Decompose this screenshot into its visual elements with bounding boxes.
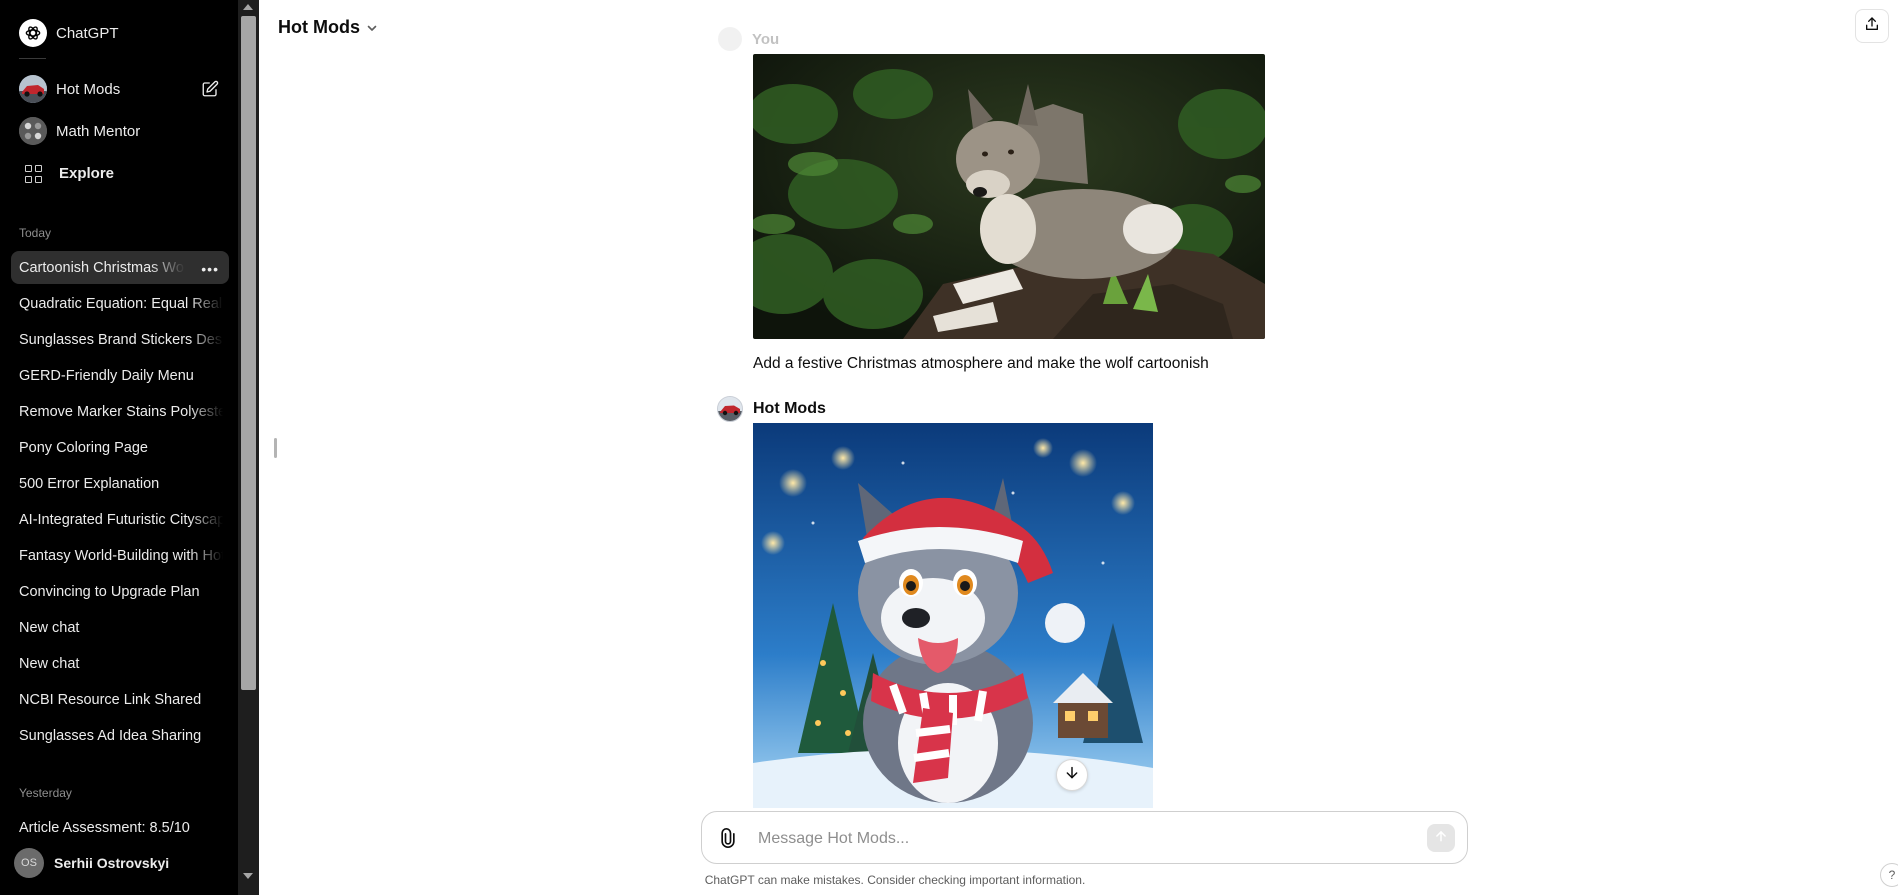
brand-row[interactable]: ChatGPT bbox=[11, 16, 229, 50]
new-chat-edit-icon[interactable] bbox=[201, 80, 219, 103]
chat-item[interactable]: Convincing to Upgrade Plan bbox=[11, 575, 229, 608]
chat-item[interactable]: Article Assessment: 8.5/10 bbox=[11, 811, 229, 844]
chat-item[interactable]: 500 Error Explanation bbox=[11, 467, 229, 500]
hot-mods-avatar bbox=[19, 75, 47, 103]
chat-item[interactable]: GERD-Friendly Daily Menu bbox=[11, 359, 229, 392]
chat-item-label: NCBI Resource Link Shared bbox=[19, 691, 202, 708]
sidebar-gpt-math-mentor[interactable]: Math Mentor bbox=[11, 113, 229, 149]
section-label-yesterday: Yesterday bbox=[19, 786, 72, 800]
hot-mods-avatar bbox=[717, 396, 743, 422]
disclaimer-text: ChatGPT can make mistakes. Consider chec… bbox=[704, 873, 1086, 887]
sidebar-gpt-hot-mods[interactable]: Hot Mods bbox=[11, 71, 229, 107]
sidebar-resize-handle[interactable] bbox=[274, 438, 277, 458]
chatgpt-logo-icon bbox=[19, 19, 47, 47]
assistant-message-header: Hot Mods bbox=[717, 396, 826, 422]
user-message-header: You bbox=[718, 27, 779, 51]
arrow-down-icon bbox=[1064, 765, 1080, 786]
gpt-label: Math Mentor bbox=[56, 122, 141, 140]
user-name: Serhii Ostrovskyi bbox=[54, 855, 170, 871]
model-selector[interactable]: Hot Mods bbox=[278, 16, 378, 39]
chevron-down-icon bbox=[366, 18, 378, 39]
chat-item[interactable]: NCBI Resource Link Shared bbox=[11, 683, 229, 716]
chat-item-label: GERD-Friendly Daily Menu bbox=[19, 367, 194, 384]
message-input[interactable] bbox=[756, 826, 1400, 852]
user-label: You bbox=[752, 30, 780, 48]
avatar: OS bbox=[14, 848, 44, 878]
paperclip-icon[interactable] bbox=[718, 827, 738, 854]
chat-item-label: Sunglasses Ad Idea Sharing bbox=[19, 727, 202, 744]
math-mentor-avatar bbox=[19, 117, 47, 145]
chat-item[interactable]: Pony Coloring Page bbox=[11, 431, 229, 464]
brand-label: ChatGPT bbox=[56, 24, 119, 42]
chat-item[interactable]: Fantasy World-Building with Hot Mods bbox=[11, 539, 229, 572]
chat-item-label: New chat bbox=[19, 619, 80, 636]
chat-item-label: 500 Error Explanation bbox=[19, 475, 160, 492]
scroll-to-bottom-button[interactable] bbox=[1056, 759, 1088, 791]
chat-item-label: New chat bbox=[19, 655, 80, 672]
scrollbar-thumb[interactable] bbox=[241, 16, 256, 690]
grid-icon bbox=[25, 165, 42, 183]
sidebar-scrollbar[interactable] bbox=[238, 0, 259, 895]
user-message-text: Add a festive Christmas atmosphere and m… bbox=[753, 355, 1209, 372]
uploaded-wolf-image[interactable] bbox=[753, 54, 1265, 339]
chat-item-label: Convincing to Upgrade Plan bbox=[19, 583, 200, 600]
chat-item-active[interactable]: Cartoonish Christmas Wolf Image ••• bbox=[11, 251, 229, 284]
user-profile-button[interactable]: OS Serhii Ostrovskyi bbox=[14, 848, 169, 878]
assistant-label: Hot Mods bbox=[753, 400, 826, 417]
gpt-label: Hot Mods bbox=[56, 80, 121, 98]
chat-item[interactable]: New chat bbox=[11, 647, 229, 680]
explore-gpts-button[interactable]: Explore bbox=[11, 155, 229, 191]
chat-item[interactable]: Sunglasses Brand Stickers Design bbox=[11, 323, 229, 356]
chat-item[interactable]: New chat bbox=[11, 611, 229, 644]
chat-item-label: Pony Coloring Page bbox=[19, 439, 148, 456]
chat-item[interactable]: AI-Integrated Futuristic Cityscape bbox=[11, 503, 229, 536]
avatar bbox=[718, 27, 742, 51]
more-options-icon[interactable]: ••• bbox=[201, 261, 219, 277]
explore-label: Explore bbox=[59, 164, 115, 182]
chat-item[interactable]: Quadratic Equation: Equal Real Roots bbox=[11, 287, 229, 320]
generated-christmas-wolf-image[interactable] bbox=[753, 423, 1153, 808]
section-label-today: Today bbox=[19, 226, 52, 240]
divider bbox=[19, 58, 46, 59]
chat-item[interactable]: Remove Marker Stains Polyester bbox=[11, 395, 229, 428]
scroll-up-arrow-icon[interactable] bbox=[243, 4, 253, 10]
help-button[interactable]: ? bbox=[1880, 863, 1898, 887]
send-button[interactable] bbox=[1427, 824, 1455, 852]
chat-item[interactable]: Sunglasses Ad Idea Sharing bbox=[11, 719, 229, 752]
page-title: Hot Mods bbox=[278, 17, 360, 37]
chat-item-label: Article Assessment: 8.5/10 bbox=[19, 819, 190, 836]
arrow-up-icon bbox=[1434, 829, 1448, 848]
sidebar: ChatGPT Hot Mods Math Mentor Explore Tod… bbox=[0, 0, 259, 895]
message-composer bbox=[701, 811, 1468, 864]
scroll-down-arrow-icon[interactable] bbox=[243, 873, 253, 879]
share-icon bbox=[1864, 16, 1880, 37]
share-button[interactable] bbox=[1855, 9, 1889, 43]
